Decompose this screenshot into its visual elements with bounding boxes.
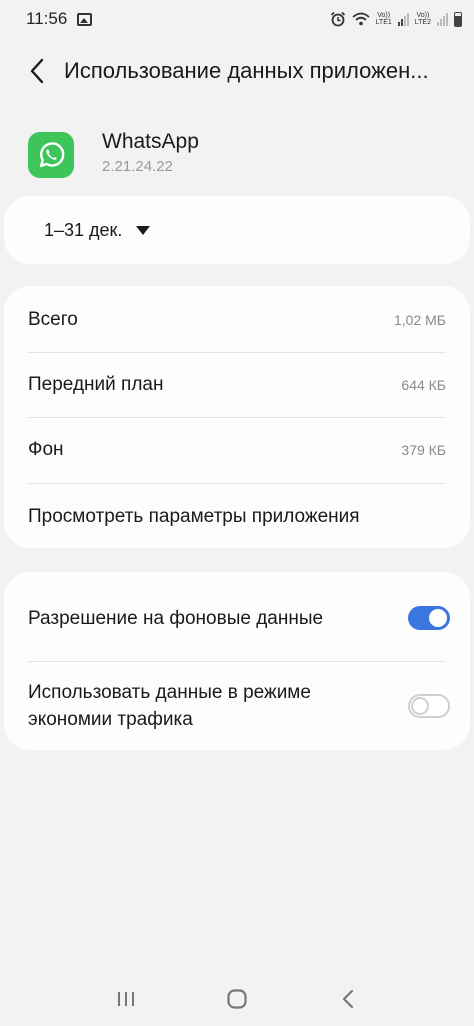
status-time: 11:56	[26, 9, 68, 28]
usage-value: 1,02 МБ	[394, 312, 446, 328]
volte1-indicator: Vo)) LTE1	[375, 12, 392, 26]
recents-button[interactable]	[96, 972, 156, 1026]
background-data-label: Разрешение на фоновые данные	[28, 607, 324, 629]
volte2-indicator: Vo)) LTE2	[414, 12, 431, 26]
usage-value: 379 КБ	[401, 442, 446, 458]
app-info: WhatsApp 2.21.24.22	[28, 128, 199, 178]
background-data-toggle[interactable]	[408, 606, 450, 630]
background-data-row[interactable]: Разрешение на фоновые данные	[28, 588, 450, 648]
usage-label: Фон	[28, 439, 64, 460]
view-app-settings-label: Просмотреть параметры приложения	[28, 506, 360, 527]
usage-label: Всего	[28, 309, 78, 330]
nav-back-icon	[343, 989, 354, 1009]
back-button[interactable]	[12, 46, 62, 96]
usage-row-foreground: Передний план 644 КБ	[28, 365, 446, 405]
status-bar: 11:56 Vo)) LTE1 Vo)) LTE2	[0, 0, 474, 38]
usage-card: Всего 1,02 МБ Передний план 644 КБ Фон 3…	[4, 286, 470, 548]
divider	[28, 483, 446, 484]
divider	[28, 417, 446, 418]
recents-icon	[117, 992, 134, 1006]
usage-row-total: Всего 1,02 МБ	[28, 300, 446, 340]
view-app-settings-button[interactable]: Просмотреть параметры приложения	[28, 496, 446, 538]
app-version: 2.21.24.22	[102, 158, 173, 175]
divider	[28, 661, 446, 662]
app-name: WhatsApp	[102, 130, 199, 153]
alarm-icon	[330, 11, 346, 27]
data-saver-row[interactable]: Использовать данные в режиме экономии тр…	[28, 676, 450, 736]
wifi-icon	[351, 12, 370, 26]
triangle-down-icon	[136, 225, 151, 235]
divider	[28, 352, 446, 353]
battery-icon	[454, 11, 462, 27]
data-saver-label: Использовать данные в режиме экономии тр…	[28, 682, 311, 730]
usage-value: 644 КБ	[401, 377, 446, 393]
gallery-notification-icon	[77, 12, 93, 26]
signal-1-icon	[397, 12, 409, 26]
home-button[interactable]	[207, 972, 267, 1026]
navigation-bar	[0, 972, 474, 1026]
usage-row-background: Фон 379 КБ	[28, 430, 446, 470]
signal-2-icon	[437, 12, 448, 26]
app-bar: Использование данных приложен...	[0, 46, 474, 96]
back-arrow-icon	[30, 58, 44, 84]
usage-label: Передний план	[28, 374, 164, 395]
nav-back-button[interactable]	[318, 972, 378, 1026]
page-title: Использование данных приложен...	[64, 58, 429, 83]
permissions-card: Разрешение на фоновые данные Использоват…	[4, 572, 470, 750]
home-icon	[227, 989, 247, 1009]
data-saver-toggle[interactable]	[408, 694, 450, 718]
period-label: 1–31 дек.	[44, 219, 123, 240]
period-dropdown[interactable]: 1–31 дек.	[4, 196, 470, 264]
whatsapp-logo-icon	[28, 132, 74, 178]
